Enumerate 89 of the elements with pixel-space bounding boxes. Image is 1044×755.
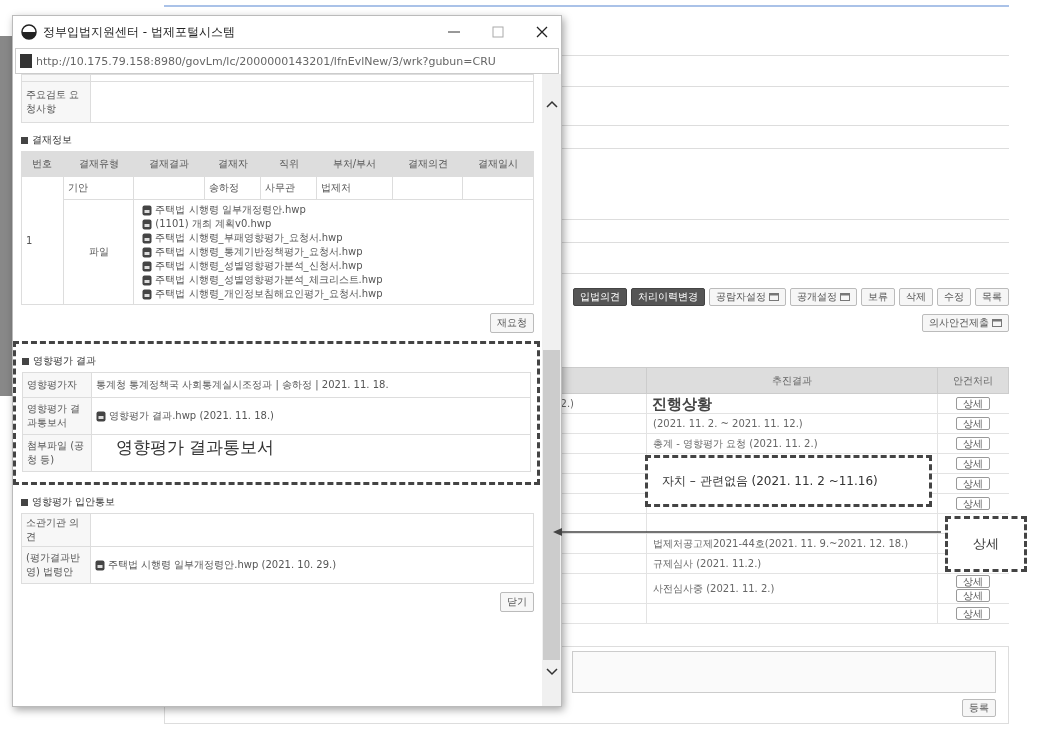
result-text: 법제처공고제2021-44호(2021. 11. 9.~2021. 12. 18.)	[653, 537, 909, 549]
submit-button[interactable]: 의사안건제출	[922, 314, 1009, 332]
file-link[interactable]: 주택법 시행령_부패영향평가_요청서.hwp	[155, 231, 343, 245]
column-header: 결재유형	[78, 158, 119, 169]
column-header: 결재자	[217, 158, 248, 169]
file-icon	[142, 274, 153, 286]
column-header: 결재의견	[407, 158, 448, 169]
table-cell-text: 파일	[88, 246, 109, 257]
globe-icon	[21, 24, 37, 40]
file-link[interactable]: (1101) 개최 계획v0.hwp	[155, 217, 272, 231]
row-label: 영향평가 결과통보서	[22, 397, 92, 435]
detail-button[interactable]: 상세	[956, 497, 991, 510]
row-label: 첨부파일 (공청 등)	[22, 434, 92, 472]
register-button[interactable]: 등록	[962, 699, 996, 717]
highlighted-status: 자치 – 관련없음 (2021. 11. 2 ~11.16)	[645, 455, 932, 507]
table-cell-text: 2.)	[560, 398, 574, 409]
detail-button[interactable]: 상세	[956, 457, 991, 470]
row-label: (평가결과반영) 법령안	[21, 546, 91, 584]
table-cell-text: 사무관	[265, 182, 296, 193]
row-label: 영향평가자	[22, 372, 92, 398]
scroll-thumb[interactable]	[543, 350, 560, 660]
file-icon	[95, 559, 105, 571]
action-button[interactable]: 목록	[975, 288, 1009, 306]
close-icon	[536, 26, 548, 38]
primary-button[interactable]: 입법의견	[573, 288, 627, 306]
table-cell-text: 송하정	[208, 182, 239, 193]
annotation-label: 영향평가 결과통보서	[116, 436, 275, 459]
square-icon	[22, 357, 29, 365]
file-link[interactable]: 주택법 시행령_성별영향평가분석_체크리스트.hwp	[155, 273, 383, 287]
file-link[interactable]: 영향평가 결과.hwp (2021. 11. 18.)	[109, 409, 274, 423]
column-header-text: 추진결과	[772, 374, 812, 386]
action-button[interactable]: 보류	[861, 288, 895, 306]
url-text: http://10.175.79.158:8980/govLm/lc/2000000143201/lfnEvlNew/3/wrk?gubun=CRU	[36, 54, 496, 68]
detail-button[interactable]: 상세	[956, 397, 991, 410]
detail-button[interactable]: 상세	[956, 417, 991, 430]
square-icon	[21, 498, 28, 506]
file-icon	[142, 218, 153, 230]
row-label: 소관기관 의견	[21, 513, 91, 547]
file-icon	[142, 204, 153, 216]
column-header: 부처/부서	[332, 158, 377, 169]
result-text: 총계 - 영향평가 요청 (2021. 11. 2.)	[653, 437, 818, 449]
detail-button[interactable]: 상세	[956, 607, 991, 620]
detail-callout: 상세	[945, 516, 1027, 572]
detail-button[interactable]: 상세	[956, 437, 991, 450]
file-icon	[142, 232, 153, 244]
rerequest-button[interactable]: 재요청	[490, 313, 534, 333]
chevron-up-icon	[545, 100, 558, 108]
file-link[interactable]: 주택법 시행령_성별영향평가분석_신청서.hwp	[155, 259, 363, 273]
table-cell-text: 기안	[67, 182, 88, 193]
close-text-button[interactable]: 닫기	[500, 592, 534, 612]
detail-button[interactable]: 상세	[956, 477, 991, 490]
column-header: 직위	[278, 158, 299, 169]
column-header-text: 안건처리	[953, 374, 993, 386]
file-icon	[142, 260, 153, 272]
result-text: 규제심사 (2021. 11.2.)	[653, 557, 762, 569]
action-button[interactable]: 수정	[937, 288, 971, 306]
scrollbar[interactable]	[542, 74, 561, 706]
chevron-down-icon	[545, 668, 558, 676]
file-link[interactable]: 주택법 시행령_통계기반정책평가_요청서.hwp	[155, 245, 363, 259]
comment-field[interactable]	[572, 651, 996, 693]
section-title: 결재정보	[32, 133, 72, 147]
file-icon	[142, 246, 153, 258]
window-title: 정부입법지원센터 - 법제포털시스템	[43, 23, 236, 41]
detail-button[interactable]: 상세	[956, 589, 991, 602]
section-title: 영향평가 결과	[33, 354, 97, 368]
file-link[interactable]: 주택법 시행령 일부개정령안.hwp (2021. 10. 29.)	[108, 558, 337, 572]
column-header: 결재결과	[149, 158, 190, 169]
table-cell-text: 법제처	[321, 182, 352, 193]
table-cell-text: 1	[26, 235, 33, 246]
section-title: 영향평가 입안통보	[32, 495, 116, 509]
file-link[interactable]: 주택법 시행령_개인정보침해요인평가_요청서.hwp	[155, 287, 383, 301]
file-link[interactable]: 주택법 시행령 일부개정령안.hwp	[155, 203, 306, 217]
maximize-icon	[492, 26, 504, 38]
column-header: 번호	[32, 158, 53, 169]
file-icon	[96, 410, 106, 422]
square-icon	[21, 136, 28, 144]
annotation-label: 진행상황	[652, 395, 712, 413]
primary-button[interactable]: 처리이력변경	[631, 288, 705, 306]
action-button[interactable]: 공람자설정	[709, 288, 786, 306]
file-icon	[142, 288, 153, 300]
action-button[interactable]: 삭제	[899, 288, 933, 306]
result-text: (2021. 11. 2. ~ 2021. 11. 12.)	[653, 418, 803, 429]
result-text: 사전심사중 (2021. 11. 2.)	[653, 582, 775, 594]
detail-button[interactable]: 상세	[956, 575, 991, 588]
page-icon	[20, 54, 32, 68]
row-label: 주요검토 요청사항	[21, 81, 91, 123]
row-value: 통계청 통계정책국 사회통계실시조정과 | 송하정 | 2021. 11. 18.	[96, 378, 389, 392]
action-button[interactable]: 공개설정	[790, 288, 857, 306]
column-header: 결재일시	[478, 158, 519, 169]
